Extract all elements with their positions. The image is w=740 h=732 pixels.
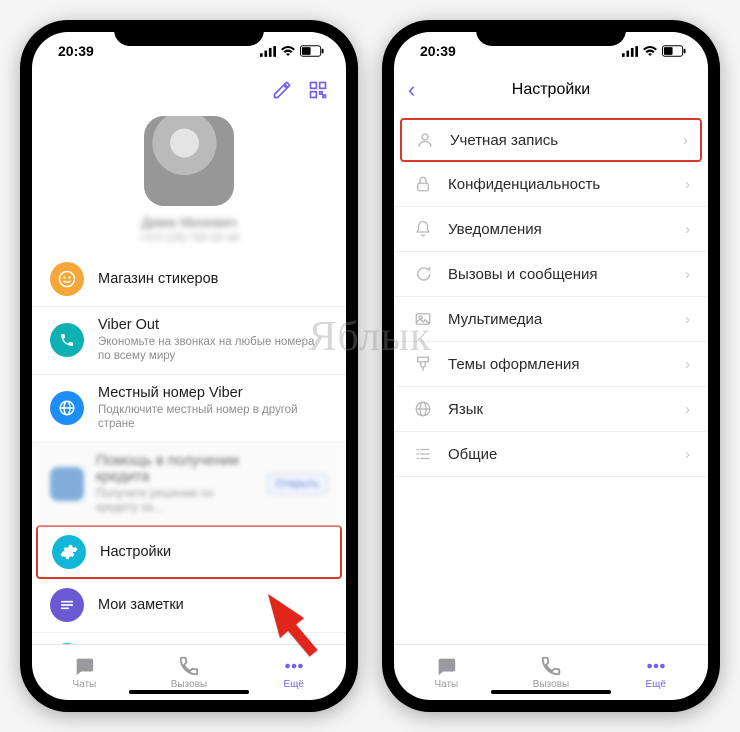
row-label: Настройки (100, 544, 326, 560)
phone-icon (178, 655, 200, 677)
settings-row-notifications[interactable]: Уведомления › (394, 207, 708, 252)
chevron-right-icon: › (685, 446, 690, 463)
battery-icon (300, 45, 324, 57)
row-label: Мои заметки (98, 597, 328, 613)
signal-icon (622, 46, 638, 57)
row-sub: Подключите местный номер в другой стране (98, 403, 328, 432)
signal-icon (260, 46, 276, 57)
tab-label: Чаты (72, 679, 96, 690)
phone-left: 20:39 Дима Михевич +375 (29) 765-92-48 (20, 20, 358, 712)
settings-row-language[interactable]: Язык › (394, 387, 708, 432)
settings-list: Учетная запись › Конфиденциальность › Ув… (394, 110, 708, 644)
row-ad[interactable]: Помощь в получении кредита Получите реше… (32, 443, 346, 527)
gear-icon (52, 535, 86, 569)
tab-label: Ещё (283, 679, 303, 690)
lock-icon (412, 175, 434, 193)
phone-icon (540, 655, 562, 677)
battery-icon (662, 45, 686, 57)
tab-chats[interactable]: Чаты (32, 645, 137, 700)
topbar (32, 70, 346, 110)
back-button[interactable]: ‹ (408, 77, 415, 103)
settings-row-media[interactable]: Мультимедиа › (394, 297, 708, 342)
list-icon (412, 445, 434, 463)
wifi-icon (642, 45, 658, 57)
page-title: Настройки (512, 81, 590, 99)
ad-thumb (50, 467, 84, 501)
more-icon (645, 655, 667, 677)
qr-icon[interactable] (308, 80, 328, 100)
tab-label: Вызовы (171, 679, 207, 690)
avatar[interactable] (144, 116, 234, 206)
bell-icon (412, 220, 434, 238)
edit-icon[interactable] (272, 80, 292, 100)
tab-label: Чаты (434, 679, 458, 690)
phone-right: 20:39 ‹ Настройки Учетная запись › Конфи… (382, 20, 720, 712)
row-label: Местный номер Viber (98, 385, 328, 401)
chevron-right-icon: › (685, 221, 690, 238)
notch (476, 20, 626, 46)
chevron-right-icon: › (685, 311, 690, 328)
phone-icon (50, 323, 84, 357)
row-settings[interactable]: Настройки (36, 525, 342, 579)
ad-title: Помощь в получении кредита (96, 453, 255, 485)
status-time: 20:39 (58, 43, 94, 59)
chevron-right-icon: › (685, 266, 690, 283)
wifi-icon (280, 45, 296, 57)
settings-label: Конфиденциальность (448, 176, 671, 193)
settings-label: Уведомления (448, 221, 671, 238)
tab-chats[interactable]: Чаты (394, 645, 499, 700)
row-sub: Экономьте на звонках на любые номера по … (98, 335, 328, 364)
settings-label: Общие (448, 446, 671, 463)
settings-row-calls[interactable]: Вызовы и сообщения › (394, 252, 708, 297)
chat-icon (73, 655, 95, 677)
globe-icon (50, 391, 84, 425)
notch (114, 20, 264, 46)
chevron-right-icon: › (685, 356, 690, 373)
home-indicator (491, 690, 611, 694)
row-add-contact[interactable]: Добавить контакт (32, 633, 346, 644)
row-viber-out[interactable]: Viber Out Экономьте на звонках на любые … (32, 307, 346, 375)
settings-label: Темы оформления (448, 356, 671, 373)
home-indicator (129, 690, 249, 694)
sticker-icon (50, 262, 84, 296)
topbar-settings: ‹ Настройки (394, 70, 708, 110)
ad-sub: Получите решение по кредиту за... (96, 487, 255, 516)
chat-bubble-icon (412, 265, 434, 283)
settings-label: Язык (448, 401, 671, 418)
status-time: 20:39 (420, 43, 456, 59)
settings-row-general[interactable]: Общие › (394, 432, 708, 477)
more-icon (283, 655, 305, 677)
chevron-right-icon: › (685, 176, 690, 193)
profile[interactable]: Дима Михевич +375 (29) 765-92-48 (32, 110, 346, 252)
profile-phone: +375 (29) 765-92-48 (32, 232, 346, 244)
tab-more[interactable]: Ещё (241, 645, 346, 700)
settings-row-privacy[interactable]: Конфиденциальность › (394, 162, 708, 207)
content: Дима Михевич +375 (29) 765-92-48 Магазин… (32, 110, 346, 644)
chevron-right-icon: › (685, 401, 690, 418)
settings-row-account[interactable]: Учетная запись › (400, 118, 702, 162)
row-my-notes[interactable]: Мои заметки (32, 578, 346, 633)
chevron-right-icon: › (683, 132, 688, 149)
profile-name: Дима Михевич (32, 214, 346, 230)
row-label: Магазин стикеров (98, 271, 328, 287)
tab-label: Вызовы (533, 679, 569, 690)
brush-icon (412, 355, 434, 373)
settings-label: Учетная запись (450, 132, 669, 149)
chat-icon (435, 655, 457, 677)
row-sticker-store[interactable]: Магазин стикеров (32, 252, 346, 307)
settings-label: Вызовы и сообщения (448, 266, 671, 283)
tab-more[interactable]: Ещё (603, 645, 708, 700)
settings-label: Мультимедиа (448, 311, 671, 328)
person-icon (414, 131, 436, 149)
row-local-number[interactable]: Местный номер Viber Подключите местный н… (32, 375, 346, 443)
notes-icon (50, 588, 84, 622)
globe-icon (412, 400, 434, 418)
tab-label: Ещё (645, 679, 665, 690)
image-icon (412, 310, 434, 328)
row-label: Viber Out (98, 317, 328, 333)
settings-row-themes[interactable]: Темы оформления › (394, 342, 708, 387)
ad-button[interactable]: Открыть (267, 473, 328, 495)
